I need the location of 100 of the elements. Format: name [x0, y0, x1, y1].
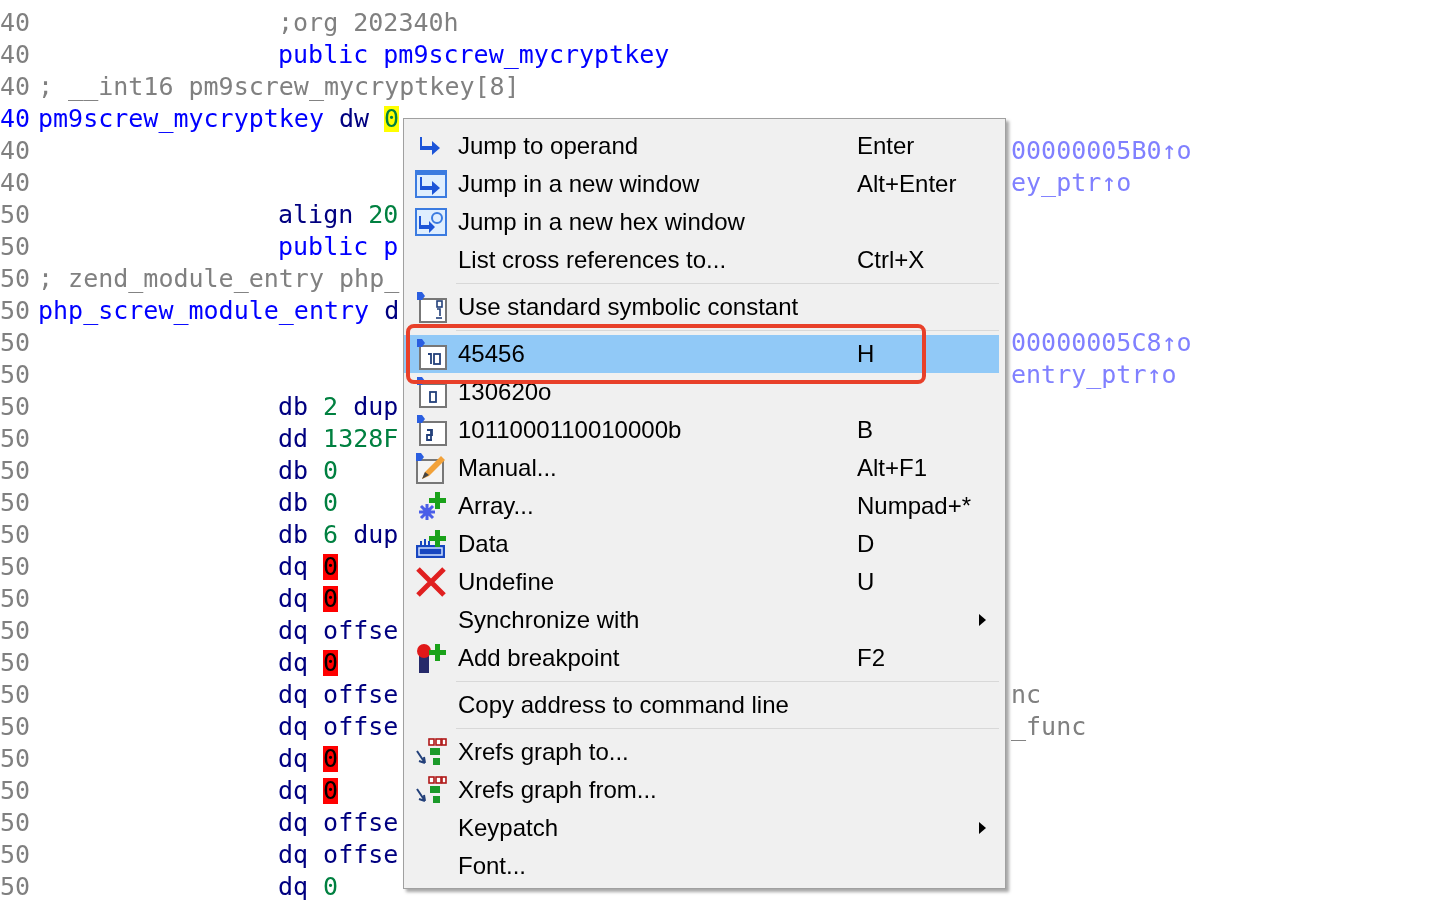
address: 50	[0, 487, 32, 519]
directive: dq	[278, 618, 309, 644]
address: 50	[0, 743, 32, 775]
address: 50	[0, 231, 32, 263]
address: 40	[0, 7, 32, 39]
menu-label: Keypatch	[458, 814, 560, 842]
xref-comment: ey_ptr↑o	[1011, 170, 1132, 196]
directive: dq	[278, 554, 309, 580]
number-value: 20	[368, 202, 399, 228]
shortcut: F2	[857, 644, 885, 672]
shortcut: H	[857, 340, 875, 368]
menu-label: Undefine	[458, 568, 556, 596]
menu-label: Jump in a new hex window	[458, 208, 746, 236]
number-value: 0	[323, 490, 339, 516]
menu-item[interactable]: Undefine U	[404, 563, 999, 601]
address: 50	[0, 359, 32, 391]
address: 50	[0, 679, 32, 711]
directive: dd	[278, 426, 309, 452]
menu-item[interactable]: Manual... Alt+F1	[404, 449, 999, 487]
address: 50	[0, 615, 32, 647]
menu-item[interactable]: Add breakpoint F2	[404, 639, 999, 677]
menu-item[interactable]: Jump to operand Enter	[404, 127, 999, 165]
menu-item[interactable]: Use standard symbolic constant	[404, 288, 999, 326]
shortcut: Ctrl+X	[857, 246, 925, 274]
directive: d	[384, 298, 400, 324]
number-value: 0	[323, 746, 339, 772]
menu-label: List cross references to...	[458, 246, 728, 274]
menu-item[interactable]: 45456 H	[404, 335, 999, 373]
number-value: 0	[323, 554, 339, 580]
directive: dup	[353, 522, 399, 548]
address: 50	[0, 327, 32, 359]
menu-item[interactable]: Array... Numpad+*	[404, 487, 999, 525]
menu-item[interactable]: Jump in a new hex window	[404, 203, 999, 241]
menu-item[interactable]: Xrefs graph to...	[404, 733, 999, 771]
menu-label: Xrefs graph from...	[458, 776, 658, 804]
menu-item[interactable]: List cross references to... Ctrl+X	[404, 241, 999, 279]
address: 40	[0, 39, 32, 71]
number-value: 0	[323, 650, 339, 676]
directive: db	[278, 394, 309, 420]
code-comment: ;org 202340h	[278, 10, 459, 36]
address: 50	[0, 391, 32, 423]
menu-item[interactable]: Jump in a new window Alt+Enter	[404, 165, 999, 203]
directive: dq	[278, 586, 309, 612]
directive: offse	[323, 810, 399, 836]
menu-item[interactable]: Keypatch	[404, 809, 999, 847]
directive: dq	[278, 650, 309, 676]
menu-item[interactable]: Synchronize with	[404, 601, 999, 639]
xref-comment: entry_ptr↑o	[1011, 362, 1177, 388]
directive: db	[278, 522, 309, 548]
directive: dq	[278, 682, 309, 708]
symbol-name: public	[278, 234, 369, 260]
menu-item[interactable]: Data D	[404, 525, 999, 563]
menu-label: Synchronize with	[458, 606, 641, 634]
address: 50	[0, 199, 32, 231]
shortcut: U	[857, 568, 875, 596]
address: 40	[0, 135, 32, 167]
directive: dq	[278, 778, 309, 804]
menu-label: Array...	[458, 492, 535, 520]
menu-item[interactable]: Font...	[404, 847, 999, 885]
menu-label: Jump to operand	[458, 132, 640, 160]
symbol-name: public	[278, 42, 369, 68]
shortcut: Numpad+*	[857, 492, 972, 520]
address: 50	[0, 711, 32, 743]
shortcut: D	[857, 530, 875, 558]
shortcut: B	[857, 416, 873, 444]
menu-item[interactable]: 1011000110010000b B	[404, 411, 999, 449]
address: 40	[0, 103, 32, 135]
menu-label: 1011000110010000b	[458, 416, 683, 444]
directive: offse	[323, 682, 399, 708]
menu-label: Add breakpoint	[458, 644, 621, 672]
code-comment: ; __int16 pm9screw_mycryptkey[8]	[38, 74, 520, 100]
address: 50	[0, 263, 32, 295]
symbol-name: p	[383, 234, 399, 260]
address: 50	[0, 871, 32, 903]
menu-label: Use standard symbolic constant	[458, 293, 800, 321]
menu-label: Data	[458, 530, 510, 558]
menu-item[interactable]: Copy address to command line	[404, 686, 999, 724]
directive: offse	[323, 842, 399, 868]
address: 50	[0, 295, 32, 327]
menu-label: Copy address to command line	[458, 691, 790, 719]
xref-comment: 00000005B0↑o	[1011, 138, 1192, 164]
shortcut: Enter	[857, 132, 915, 160]
menu-label: Xrefs graph to...	[458, 738, 630, 766]
directive: dw	[339, 106, 370, 132]
symbol-name: pm9screw_mycryptkey	[38, 106, 324, 132]
directive: db	[278, 458, 309, 484]
code-comment: _func	[1011, 714, 1087, 740]
shortcut: Alt+F1	[857, 454, 928, 482]
directive: offse	[323, 618, 399, 644]
menu-item[interactable]: Xrefs graph from...	[404, 771, 999, 809]
directive: dq	[278, 810, 309, 836]
address: 50	[0, 551, 32, 583]
address: 50	[0, 583, 32, 615]
code-comment: nc	[1011, 682, 1042, 708]
address: 50	[0, 839, 32, 871]
directive: db	[278, 490, 309, 516]
number-value: 6	[323, 522, 339, 548]
directive: dq	[278, 874, 309, 900]
directive: dq	[278, 714, 309, 740]
address: 50	[0, 807, 32, 839]
